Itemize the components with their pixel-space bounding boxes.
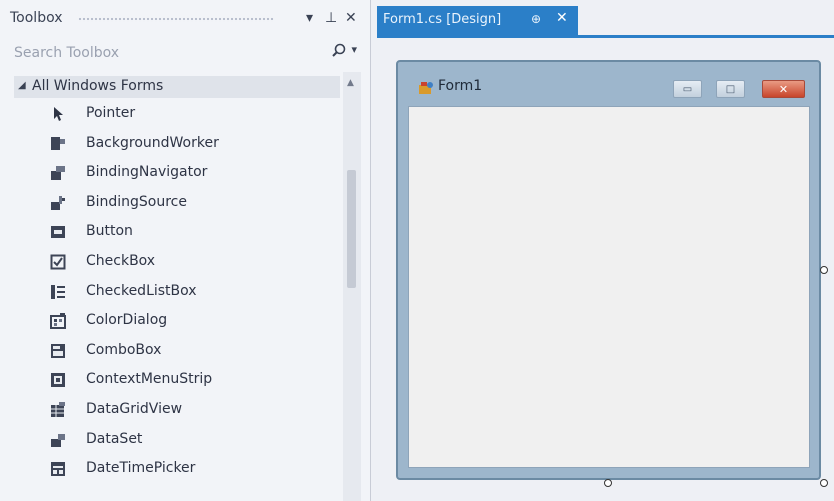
toolbox-item-datetimepicker[interactable]: DateTimePicker (14, 455, 340, 485)
form-title: Form1 (438, 78, 483, 94)
toolbox-scrollbar[interactable]: ▲ (343, 72, 361, 501)
tab-label: Form1.cs [Design] (383, 12, 502, 27)
close-icon[interactable]: ✕ (556, 10, 568, 26)
maximize-button[interactable]: □ (716, 80, 745, 98)
toolbox-header: Toolbox ▾ ⊥ ✕ (0, 0, 370, 38)
scrollbar-thumb[interactable] (347, 170, 356, 288)
toolbox-item-label: ComboBox (86, 341, 162, 358)
toolbox-item-backgroundworker[interactable]: BackgroundWorker (14, 130, 340, 160)
resize-handle-bottom-right[interactable] (820, 479, 828, 487)
checkbox-icon (50, 254, 66, 270)
background-worker-icon (50, 136, 66, 152)
minimize-button[interactable]: ▭ (673, 80, 702, 98)
toolbox-item-label: Button (86, 223, 133, 240)
toolbox-item-label: DateTimePicker (86, 460, 196, 477)
toolbox-item-datagridview[interactable]: DataGridView (14, 396, 340, 426)
resize-handle-right[interactable] (820, 266, 828, 274)
date-time-picker-icon (50, 461, 66, 477)
pin-icon[interactable]: ⊕ (531, 12, 541, 26)
search-placeholder: Search Toolbox (14, 45, 120, 61)
toolbox-item-label: DataSet (86, 430, 143, 447)
form1-window[interactable]: Form1 ▭ □ ✕ (396, 60, 821, 480)
toolbox-item-label: CheckBox (86, 252, 156, 269)
search-dropdown-icon[interactable]: ▾ (351, 43, 357, 56)
toolbox-item-bindingsource[interactable]: BindingSource (14, 189, 340, 219)
toolbox-item-list: Pointer BackgroundWorker BindingNavigato… (14, 100, 340, 485)
toolbox-title: Toolbox (10, 10, 63, 26)
toolbox-item-bindingnavigator[interactable]: BindingNavigator (14, 159, 340, 189)
toolbox-item-checkedlistbox[interactable]: CheckedListBox (14, 278, 340, 308)
close-button[interactable]: ✕ (762, 80, 805, 98)
dataset-icon (50, 432, 66, 448)
toolbox-item-label: BindingSource (86, 193, 187, 210)
pin-icon[interactable]: ⊥ (325, 9, 337, 27)
toolbox-item-label: DataGridView (86, 400, 183, 417)
button-icon (50, 224, 66, 240)
toolbox-item-label: ColorDialog (86, 312, 168, 329)
form-icon (418, 80, 434, 99)
combobox-icon (50, 343, 66, 359)
resize-handle-bottom[interactable] (604, 479, 612, 487)
tab-form1-design[interactable]: Form1.cs [Design] ⊕ ✕ (377, 6, 578, 35)
toolbox-item-contextmenustrip[interactable]: ContextMenuStrip (14, 366, 340, 396)
chevron-down-icon[interactable]: ▾ (306, 9, 313, 27)
binding-source-icon (50, 195, 66, 211)
toolbox-panel: Toolbox ▾ ⊥ ✕ Search Toolbox ▾ ◢ All Win… (0, 0, 371, 501)
pointer-icon (50, 106, 66, 122)
form-client-area[interactable] (408, 106, 810, 468)
toolbox-item-pointer[interactable]: Pointer (14, 100, 340, 130)
checked-list-box-icon (50, 284, 66, 300)
close-icon[interactable]: ✕ (345, 9, 357, 27)
section-all-windows-forms[interactable]: ◢ All Windows Forms (14, 76, 340, 98)
toolbox-item-label: BackgroundWorker (86, 134, 219, 151)
toolbox-item-combobox[interactable]: ComboBox (14, 337, 340, 367)
context-menu-strip-icon (50, 372, 66, 388)
toolbox-search-input[interactable]: Search Toolbox ▾ (10, 40, 365, 66)
color-dialog-icon (50, 313, 66, 330)
section-label: All Windows Forms (32, 78, 164, 94)
toolbox-drag-grip[interactable] (78, 17, 274, 22)
toolbox-item-label: CheckedListBox (86, 282, 197, 299)
toolbox-item-label: Pointer (86, 105, 136, 121)
toolbox-item-checkbox[interactable]: CheckBox (14, 248, 340, 278)
toolbox-item-label: ContextMenuStrip (86, 371, 213, 388)
toolbox-item-label: BindingNavigator (86, 164, 208, 181)
search-icon[interactable]: ▾ (331, 43, 357, 63)
data-grid-view-icon (50, 401, 66, 418)
binding-navigator-icon (50, 165, 66, 181)
scroll-up-icon[interactable]: ▲ (347, 78, 354, 88)
toolbox-item-colordialog[interactable]: ColorDialog (14, 307, 340, 337)
toolbox-item-button[interactable]: Button (14, 218, 340, 248)
toolbox-item-dataset[interactable]: DataSet (14, 426, 340, 456)
expanded-triangle-icon[interactable]: ◢ (18, 80, 26, 91)
form-title-bar[interactable]: Form1 ▭ □ ✕ (398, 62, 819, 106)
